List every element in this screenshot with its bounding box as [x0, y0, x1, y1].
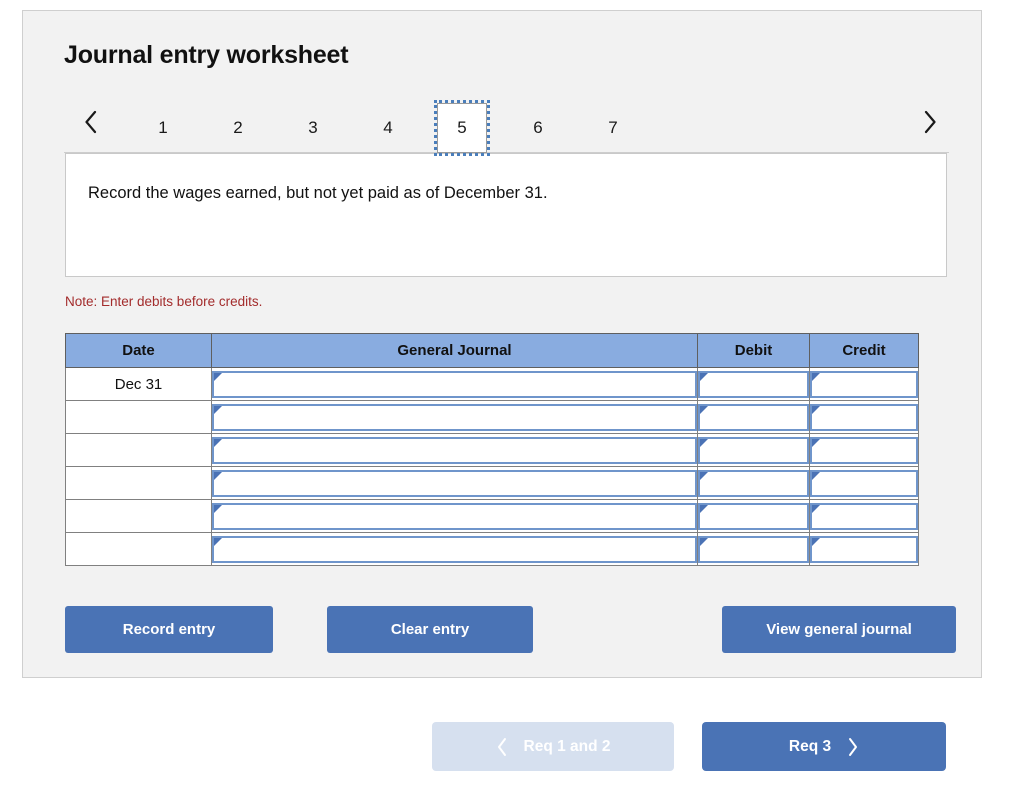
debit-cell[interactable]	[697, 499, 810, 533]
column-header-date: Date	[65, 333, 212, 368]
chevron-right-icon	[922, 109, 938, 135]
date-cell[interactable]	[65, 400, 212, 434]
clear-entry-button[interactable]: Clear entry	[327, 606, 533, 653]
table-row	[65, 400, 919, 434]
table-row	[65, 532, 919, 566]
credit-input[interactable]	[810, 502, 918, 530]
previous-requirement-label: Req 1 and 2	[523, 737, 611, 755]
table-row	[65, 499, 919, 533]
account-select[interactable]	[212, 436, 697, 464]
debit-cell[interactable]	[697, 466, 810, 500]
column-header-general-journal: General Journal	[211, 333, 698, 368]
general-journal-cell[interactable]	[211, 400, 698, 434]
previous-tab-arrow[interactable]	[74, 102, 108, 142]
date-cell[interactable]: Dec 31	[65, 367, 212, 401]
credit-cell[interactable]	[809, 367, 919, 401]
next-tab-arrow[interactable]	[913, 102, 947, 142]
table-row: Dec 31	[65, 367, 919, 401]
worksheet-tab-4[interactable]: 4	[363, 103, 413, 152]
screen: Journal entry worksheet 1 2 3 4 5 6 7 Re…	[0, 0, 1024, 785]
general-journal-cell[interactable]	[211, 532, 698, 566]
table-row	[65, 466, 919, 500]
chevron-left-icon	[496, 737, 508, 757]
debit-cell[interactable]	[697, 532, 810, 566]
page-title: Journal entry worksheet	[64, 41, 349, 69]
account-select[interactable]	[212, 502, 697, 530]
credit-cell[interactable]	[809, 433, 919, 467]
table-body: Dec 31	[65, 367, 919, 566]
table-row	[65, 433, 919, 467]
account-select[interactable]	[212, 403, 697, 431]
worksheet-tab-5-active[interactable]: 5	[434, 100, 490, 156]
table-header-row: Date General Journal Debit Credit	[65, 333, 919, 368]
credit-cell[interactable]	[809, 532, 919, 566]
credit-input[interactable]	[810, 535, 918, 563]
chevron-left-icon	[83, 109, 99, 135]
date-cell[interactable]	[65, 532, 212, 566]
debit-input[interactable]	[698, 469, 809, 497]
next-requirement-label: Req 3	[788, 737, 832, 755]
debit-cell[interactable]	[697, 367, 810, 401]
general-journal-cell[interactable]	[211, 466, 698, 500]
general-journal-cell[interactable]	[211, 367, 698, 401]
instruction-text: Record the wages earned, but not yet pai…	[88, 184, 548, 202]
journal-entry-worksheet-panel: Journal entry worksheet 1 2 3 4 5 6 7 Re…	[22, 10, 982, 678]
account-select[interactable]	[212, 370, 697, 398]
debits-before-credits-note: Note: Enter debits before credits.	[65, 294, 263, 309]
worksheet-tab-7[interactable]: 7	[588, 103, 638, 152]
debit-input[interactable]	[698, 436, 809, 464]
credit-input[interactable]	[810, 469, 918, 497]
date-cell[interactable]	[65, 499, 212, 533]
debit-input[interactable]	[698, 535, 809, 563]
date-cell[interactable]	[65, 466, 212, 500]
worksheet-tab-3[interactable]: 3	[288, 103, 338, 152]
credit-cell[interactable]	[809, 400, 919, 434]
debit-cell[interactable]	[697, 433, 810, 467]
worksheet-tab-strip: 1 2 3 4 5 6 7	[64, 94, 949, 156]
credit-cell[interactable]	[809, 466, 919, 500]
account-select[interactable]	[212, 469, 697, 497]
column-header-debit: Debit	[697, 333, 810, 368]
view-general-journal-button[interactable]: View general journal	[722, 606, 956, 653]
general-journal-cell[interactable]	[211, 433, 698, 467]
debit-input[interactable]	[698, 502, 809, 530]
credit-input[interactable]	[810, 403, 918, 431]
table-header: Date General Journal Debit Credit	[65, 333, 919, 368]
debit-cell[interactable]	[697, 400, 810, 434]
worksheet-tab-2[interactable]: 2	[213, 103, 263, 152]
worksheet-tab-1[interactable]: 1	[138, 103, 188, 152]
account-select[interactable]	[212, 535, 697, 563]
chevron-right-icon	[847, 737, 859, 757]
credit-input[interactable]	[810, 436, 918, 464]
date-cell[interactable]	[65, 433, 212, 467]
worksheet-tab-6[interactable]: 6	[513, 103, 563, 152]
column-header-credit: Credit	[809, 333, 919, 368]
general-journal-table: Date General Journal Debit Credit Dec 31	[65, 333, 919, 566]
credit-input[interactable]	[810, 370, 918, 398]
debit-input[interactable]	[698, 370, 809, 398]
debit-input[interactable]	[698, 403, 809, 431]
next-requirement-button[interactable]: Req 3	[702, 722, 946, 771]
instruction-box: Record the wages earned, but not yet pai…	[65, 153, 947, 277]
record-entry-button[interactable]: Record entry	[65, 606, 273, 653]
previous-requirement-button[interactable]: Req 1 and 2	[432, 722, 674, 771]
credit-cell[interactable]	[809, 499, 919, 533]
general-journal-cell[interactable]	[211, 499, 698, 533]
